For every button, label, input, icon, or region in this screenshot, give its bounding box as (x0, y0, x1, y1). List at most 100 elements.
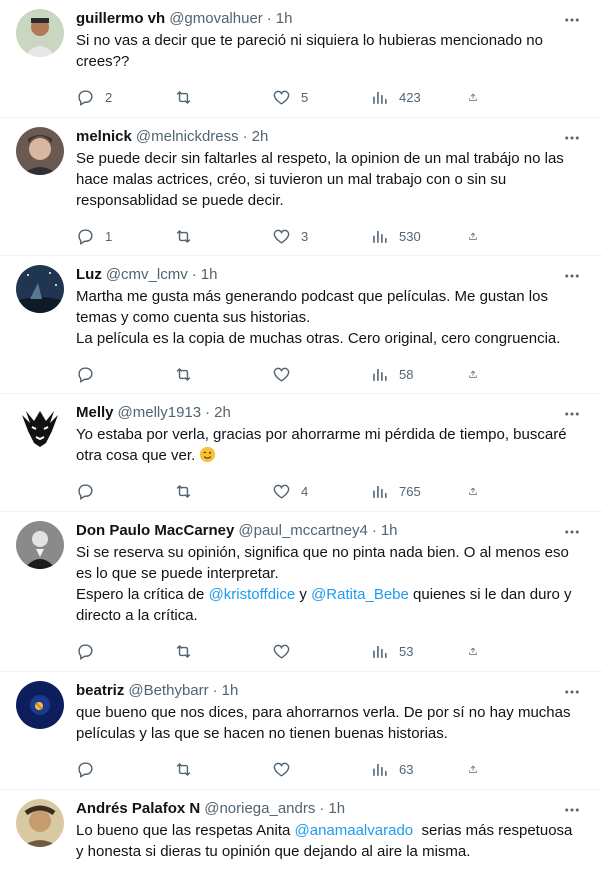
reply-icon (78, 228, 93, 245)
share-button[interactable] (468, 88, 488, 107)
avatar[interactable] (16, 403, 64, 451)
like-button[interactable] (272, 365, 370, 384)
tweet-header: Luz @cmv_lcmv · 1h (76, 265, 586, 285)
views-button[interactable]: 58 (370, 365, 468, 384)
timestamp[interactable]: 2h (214, 403, 231, 423)
like-button[interactable]: 3 (272, 227, 370, 246)
display-name[interactable]: Luz (76, 265, 102, 285)
views-button[interactable]: 423 (370, 88, 468, 107)
retweet-button[interactable] (174, 642, 272, 661)
tweet[interactable]: Don Paulo MacCarney @paul_mccartney4 · 1… (0, 512, 602, 672)
mention-link[interactable]: @Ratita_Bebe (311, 586, 409, 603)
reply-button[interactable] (76, 482, 174, 501)
display-name[interactable]: Andrés Palafox N (76, 799, 200, 819)
share-button[interactable] (468, 227, 488, 246)
views-icon (373, 230, 387, 243)
text-line: y honesta si dieras tu opinión que dejan… (76, 843, 471, 860)
mention-link[interactable]: @anamaalvarado (295, 822, 414, 839)
tweet[interactable]: melnick @melnickdress · 2h Se puede deci… (0, 118, 602, 256)
separator-dot: · (319, 800, 325, 817)
more-icon[interactable] (562, 128, 582, 148)
avatar[interactable] (16, 127, 64, 175)
views-count: 765 (399, 483, 421, 499)
retweet-icon (176, 90, 191, 104)
share-button[interactable] (468, 482, 488, 501)
username[interactable]: @Bethybarr (128, 681, 208, 701)
timestamp[interactable]: 2h (252, 127, 269, 147)
more-icon[interactable] (562, 800, 582, 820)
username[interactable]: @cmv_lcmv (106, 265, 188, 285)
tweet[interactable]: Luz @cmv_lcmv · 1h Martha me gusta más g… (0, 256, 602, 394)
text-line: Yo estaba por verla, gracias por ahorrar… (76, 426, 567, 443)
text-line: Se puede decir sin faltarles al respeto,… (76, 150, 564, 167)
views-button[interactable]: 530 (370, 227, 468, 246)
retweet-button[interactable] (174, 482, 272, 501)
tweet-header: guillermo vh @gmovalhuer · 1h (76, 9, 586, 29)
text-line: otra cosa que ver. (76, 445, 578, 466)
share-button[interactable] (468, 365, 488, 384)
display-name[interactable]: beatriz (76, 681, 124, 701)
reply-button[interactable]: 1 (76, 227, 174, 246)
text-line: Si se reserva su opinión, significa que … (76, 544, 569, 561)
timestamp[interactable]: 1h (201, 265, 218, 285)
reply-button[interactable] (76, 760, 174, 779)
tweet[interactable]: guillermo vh @gmovalhuer · 1h Si no vas … (0, 0, 602, 118)
views-icon (373, 368, 387, 381)
reply-icon (78, 761, 93, 778)
views-count: 63 (399, 761, 414, 777)
text-part: quienes si le dan duro y (408, 586, 572, 603)
more-icon[interactable] (562, 10, 582, 30)
views-button[interactable]: 63 (370, 760, 468, 779)
mention-link[interactable]: @kristoffdice (209, 586, 296, 603)
like-button[interactable]: 5 (272, 88, 370, 107)
more-icon[interactable] (562, 522, 582, 542)
avatar[interactable] (16, 681, 64, 729)
retweet-button[interactable] (174, 88, 272, 107)
username[interactable]: @paul_mccartney4 (238, 521, 367, 541)
text-line: Si no vas a decir que te pareció ni siqu… (76, 32, 543, 49)
display-name[interactable]: melnick (76, 127, 132, 147)
views-button[interactable]: 53 (370, 642, 468, 661)
timestamp[interactable]: 1h (276, 9, 293, 29)
avatar[interactable] (16, 9, 64, 57)
tweet-header: beatriz @Bethybarr · 1h (76, 681, 586, 701)
timestamp[interactable]: 1h (222, 681, 239, 701)
share-button[interactable] (468, 760, 488, 779)
more-icon[interactable] (562, 404, 582, 424)
retweet-icon (176, 644, 191, 658)
tweet[interactable]: beatriz @Bethybarr · 1h que bueno que no… (0, 672, 602, 790)
views-button[interactable]: 765 (370, 482, 468, 501)
username[interactable]: @melnickdress (136, 127, 239, 147)
text-line: películas y las que se hacen no tienen b… (76, 725, 448, 742)
tweet[interactable]: Andrés Palafox N @noriega_andrs · 1h Lo … (0, 790, 602, 871)
display-name[interactable]: Melly (76, 403, 114, 423)
like-button[interactable]: 4 (272, 482, 370, 501)
reply-button[interactable] (76, 365, 174, 384)
share-button[interactable] (468, 642, 488, 661)
retweet-button[interactable] (174, 227, 272, 246)
tweet[interactable]: Melly @melly1913 · 2h Yo estaba por verl… (0, 394, 602, 512)
avatar[interactable] (16, 265, 64, 313)
timestamp[interactable]: 1h (381, 521, 398, 541)
text-line: Martha me gusta más generando podcast qu… (76, 288, 548, 305)
retweet-button[interactable] (174, 760, 272, 779)
display-name[interactable]: guillermo vh (76, 9, 165, 29)
more-icon[interactable] (562, 266, 582, 286)
username[interactable]: @noriega_andrs (204, 799, 315, 819)
avatar[interactable] (16, 521, 64, 569)
reply-icon (78, 89, 93, 106)
timestamp[interactable]: 1h (328, 799, 345, 819)
like-button[interactable] (272, 642, 370, 661)
reply-icon (78, 643, 93, 660)
more-icon[interactable] (562, 682, 582, 702)
username[interactable]: @melly1913 (118, 403, 202, 423)
avatar[interactable] (16, 799, 64, 847)
display-name[interactable]: Don Paulo MacCarney (76, 521, 234, 541)
like-button[interactable] (272, 760, 370, 779)
tweet-actions: 53 (76, 632, 586, 670)
text-line: La película es la copia de muchas otras.… (76, 330, 561, 347)
reply-button[interactable]: 2 (76, 88, 174, 107)
reply-button[interactable] (76, 642, 174, 661)
retweet-button[interactable] (174, 365, 272, 384)
username[interactable]: @gmovalhuer (169, 9, 263, 29)
